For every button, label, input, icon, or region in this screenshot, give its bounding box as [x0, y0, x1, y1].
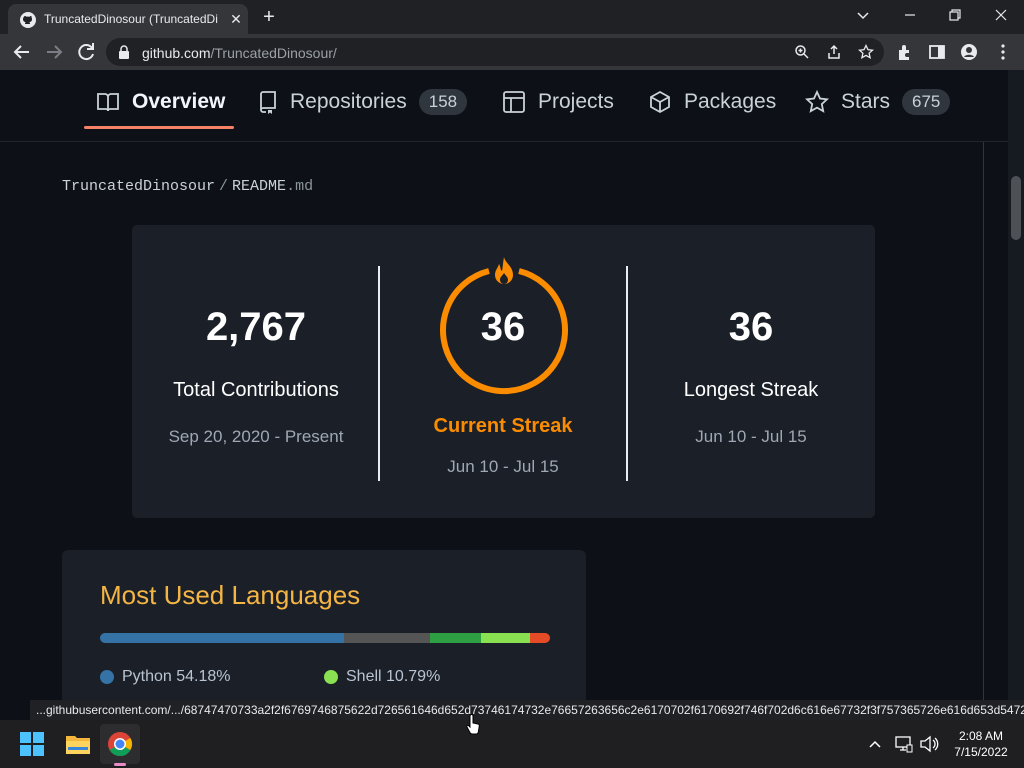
active-tab-underline — [84, 126, 234, 129]
tab-projects[interactable]: Projects — [502, 78, 614, 126]
repo-count-badge: 158 — [418, 89, 468, 115]
github-icon — [20, 12, 36, 28]
bookmark-star-icon[interactable] — [858, 44, 874, 60]
total-contributions-label: Total Contributions — [173, 379, 339, 401]
readme-file-ext: .md — [286, 178, 314, 195]
languages-title: Most Used Languages — [100, 580, 361, 610]
tab-label: Packages — [684, 90, 777, 113]
network-icon[interactable] — [895, 735, 913, 753]
extensions-icon[interactable] — [896, 43, 914, 61]
shell-dot — [324, 670, 338, 684]
active-app-indicator — [114, 763, 126, 766]
tab-label: Overview — [132, 90, 226, 113]
restore-icon[interactable] — [940, 4, 970, 26]
total-contributions-value: 2,767 — [205, 305, 307, 349]
fire-icon — [495, 257, 513, 284]
readme-file-name: README — [232, 178, 287, 195]
profile-nav: Overview Repositories 158 Projects Packa… — [0, 70, 1008, 142]
browser-toolbar: github.com/TruncatedDinosour/ — [0, 34, 1024, 70]
stars-count-badge: 675 — [902, 89, 951, 115]
hand-cursor-icon — [466, 714, 480, 735]
url-text[interactable]: github.com/TruncatedDinosour/ — [142, 45, 337, 61]
streak-stats-card[interactable]: 2,767 Total Contributions Sep 20, 2020 -… — [132, 225, 875, 518]
language-label: Python 54.18% — [122, 668, 231, 685]
tab-packages[interactable]: Packages — [648, 78, 776, 126]
language-item: Shell 10.79% — [324, 668, 440, 686]
clock-time: 2:08 AM — [958, 729, 1004, 743]
stats-divider — [626, 266, 628, 481]
lock-icon[interactable] — [118, 45, 130, 59]
current-streak-value: 36 — [480, 305, 526, 349]
book-icon — [97, 93, 119, 112]
python-dot — [100, 670, 114, 684]
chevron-up-icon[interactable] — [868, 738, 882, 750]
sidepanel-icon[interactable] — [928, 43, 946, 61]
close-window-icon[interactable] — [986, 4, 1016, 26]
page-scrollbar[interactable] — [1008, 70, 1024, 700]
language-bar-segment — [481, 633, 530, 643]
readme-path: TruncatedDinosour / README.md — [62, 178, 313, 195]
link-status-bar: ...githubusercontent.com/.../68747470733… — [30, 700, 1024, 720]
tab-title: TruncatedDinosour (TruncatedDi — [44, 12, 218, 26]
tab-repositories[interactable]: Repositories 158 — [258, 78, 468, 126]
new-tab-button[interactable]: + — [258, 7, 280, 29]
clock-date: 7/15/2022 — [954, 745, 1008, 759]
tab-label: Projects — [538, 90, 614, 113]
browser-tab[interactable]: TruncatedDinosour (TruncatedDi ✕ — [8, 4, 248, 34]
back-icon[interactable] — [10, 40, 34, 64]
package-icon — [650, 90, 670, 114]
chrome-icon[interactable] — [106, 730, 134, 758]
languages-progress-bar — [100, 633, 550, 643]
language-label: Shell 10.79% — [346, 668, 441, 685]
stats-divider — [378, 266, 380, 481]
longest-streak-label: Longest Streak — [683, 379, 819, 401]
path-separator: / — [219, 178, 229, 195]
close-tab-icon[interactable]: ✕ — [228, 11, 244, 27]
tab-label: Stars — [841, 90, 891, 113]
tab-stars[interactable]: Stars 675 — [805, 78, 951, 126]
star-icon — [805, 90, 829, 113]
tab-overview[interactable]: Overview — [96, 78, 225, 126]
longest-streak-range: Jun 10 - Jul 15 — [695, 427, 807, 446]
language-bar-segment — [100, 633, 344, 643]
language-item: Python 54.18% — [100, 668, 231, 686]
reload-icon[interactable] — [74, 40, 98, 64]
repo-icon — [260, 91, 276, 114]
language-bar-segment — [430, 633, 482, 643]
share-icon[interactable] — [826, 44, 842, 60]
profile-icon[interactable] — [960, 43, 978, 61]
menu-kebab-icon[interactable] — [994, 43, 1012, 61]
browser-tab-strip: TruncatedDinosour (TruncatedDi ✕ + — [0, 0, 1024, 34]
volume-icon[interactable] — [919, 735, 939, 753]
windows-start-icon[interactable] — [20, 732, 44, 756]
language-bar-segment — [343, 633, 431, 643]
scrollbar-thumb[interactable] — [1011, 176, 1021, 240]
tab-label: Repositories — [290, 90, 407, 113]
file-explorer-icon[interactable] — [64, 730, 92, 758]
current-streak-label: Current Streak — [433, 415, 573, 437]
most-used-languages-card[interactable]: Most Used Languages Python 54.18% Shell … — [62, 550, 586, 700]
longest-streak-value: 36 — [728, 305, 774, 349]
page-content: Overview Repositories 158 Projects Packa… — [0, 70, 1008, 700]
forward-icon[interactable] — [42, 40, 66, 64]
zoom-icon[interactable] — [794, 44, 810, 60]
windows-taskbar: 2:08 AM 7/15/2022 — [0, 720, 1024, 768]
address-bar[interactable]: github.com/TruncatedDinosour/ — [106, 38, 884, 66]
current-streak-range: Jun 10 - Jul 15 — [447, 457, 559, 476]
language-bar-segment — [529, 633, 550, 643]
total-contributions-range: Sep 20, 2020 - Present — [168, 427, 344, 446]
readme-owner-link[interactable]: TruncatedDinosour — [62, 178, 215, 195]
table-icon — [503, 91, 525, 113]
minimize-icon[interactable] — [895, 4, 925, 26]
system-clock[interactable]: 2:08 AM 7/15/2022 — [946, 728, 1016, 760]
tab-search-icon[interactable] — [848, 4, 878, 26]
